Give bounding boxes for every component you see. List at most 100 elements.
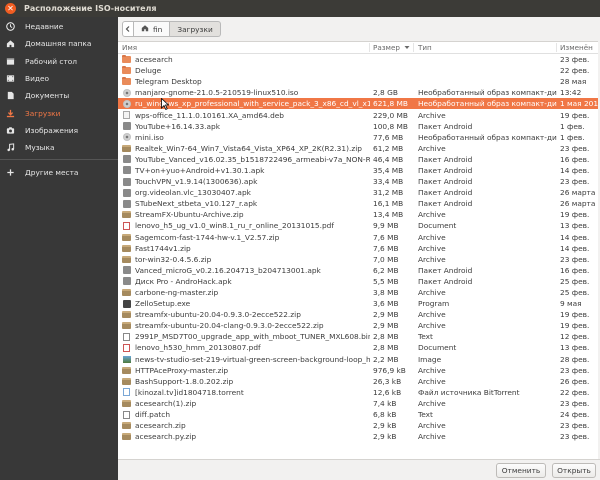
file-name-cell: ZelloSetup.exe [118, 299, 370, 308]
file-name: ZelloSetup.exe [135, 299, 191, 309]
file-name-cell: carbone-ng-master.zip [118, 288, 370, 297]
file-row[interactable]: wps-office_11.1.0.10161.XA_amd64.deb 229,… [118, 109, 598, 120]
file-size: 6,2 MB [373, 265, 399, 275]
file-row[interactable]: acesearch 23 фев. [118, 54, 598, 65]
file-type: Archive [418, 110, 446, 120]
file-row[interactable]: Telegram Desktop 28 мая [118, 76, 598, 87]
file-row[interactable]: Диск Pro - AndroHack.apk 5,5 MB Пакет Andr… [118, 276, 598, 287]
text-icon [122, 410, 131, 419]
file-name: acesearch.py.zip [135, 432, 197, 442]
archive-icon [122, 377, 131, 385]
file-date: 14 фев. [560, 243, 590, 253]
apk-icon [122, 177, 131, 186]
plus-icon [5, 167, 15, 177]
file-name-cell: news-tv-studio-set-219-virtual-green-scr… [118, 355, 370, 364]
file-row[interactable]: Deluge 22 фев. [118, 65, 598, 76]
file-row[interactable]: streamfx-ubuntu-20.04-0.9.3.0-2ecce522.z… [118, 309, 598, 320]
file-row[interactable]: mini.iso 77,6 MB Необработанный образ комп… [118, 132, 598, 143]
file-row[interactable]: HTTPAceProxy-master.zip 976,9 kB Archive 23… [118, 365, 598, 376]
sidebar-item-pictures[interactable]: Изображения [0, 122, 118, 139]
breadcrumb-current[interactable]: Загрузки [170, 21, 221, 37]
file-row[interactable]: acesearch.zip 2,9 kB Archive 23 фев. [118, 420, 598, 431]
archive-icon [122, 255, 131, 263]
column-header-type[interactable]: Тип [414, 43, 557, 52]
file-row[interactable]: org.videolan.vlc_13030407.apk 31,2 MB Паке… [118, 187, 598, 198]
file-name-cell: mini.iso [118, 133, 370, 142]
file-row[interactable]: STubeNext_stbeta_v10.127_r.apk 16,1 MB Пак… [118, 198, 598, 209]
file-name: diff.patch [135, 410, 171, 420]
file-name: ru_windows_xp_professional_with_service_… [135, 99, 370, 109]
file-date: 22 фев. [560, 387, 590, 397]
breadcrumb-home[interactable]: fin [134, 21, 171, 37]
file-name: Deluge [135, 66, 162, 76]
file-date: 23 фев. [560, 177, 590, 187]
archive-icon [122, 399, 131, 407]
file-row[interactable]: 2991P_MSD7T00_upgrade_app_with_mboot_TUN… [118, 331, 598, 342]
cancel-button[interactable]: Отменить [496, 463, 546, 478]
file-row[interactable]: tor-win32-0.4.5.6.zip 7,0 MB Archive 23 фев… [118, 254, 598, 265]
archive-icon [122, 144, 131, 152]
sidebar-item-recent[interactable]: Недавние [0, 18, 118, 35]
open-button[interactable]: Открыть [552, 463, 596, 478]
file-size: 100,8 MB [373, 121, 408, 131]
file-type: Пакет Android [418, 199, 473, 209]
file-row[interactable]: YouTube+16.14.33.apk 100,8 MB Пакет Androi… [118, 121, 598, 132]
sidebar-item-downloads[interactable]: Загрузки [0, 104, 118, 121]
file-name: streamfx-ubuntu-20.04-clang-0.9.3.0-2ecc… [135, 321, 324, 331]
file-row-selected[interactable]: ru_windows_xp_professional_with_service_… [118, 98, 598, 110]
file-row[interactable]: carbone-ng-master.zip 3,8 MB Archive 25 фев… [118, 287, 598, 298]
file-row[interactable]: streamfx-ubuntu-20.04-clang-0.9.3.0-2ecc… [118, 320, 598, 331]
file-row[interactable]: TouchVPN_v1.9.14(1300636).apk 33,4 MB Паке… [118, 176, 598, 187]
sidebar-item-music[interactable]: Музыка [0, 139, 118, 156]
file-row[interactable]: ZelloSetup.exe 3,6 MB Program 9 мая [118, 298, 598, 309]
file-row[interactable]: BashSupport-1.8.0.202.zip 26,3 kB Archive 2… [118, 376, 598, 387]
file-list: Имя Размер Тип Изменён acesearch 23 фев. D… [118, 41, 598, 459]
column-header-name[interactable]: Имя [118, 43, 370, 52]
file-date: 23 фев. [560, 254, 590, 264]
column-header-date[interactable]: Изменён [557, 43, 598, 52]
file-row[interactable]: Sagemcom-fast-1744-hw-v.1_V2.57.zip 7,6 M… [118, 232, 598, 243]
apk-icon [122, 122, 131, 131]
file-size: 35,4 MB [373, 165, 404, 175]
file-row[interactable]: Fast1744v1.zip 7,6 MB Archive 14 фев. [118, 243, 598, 254]
file-size: 229,0 MB [373, 110, 408, 120]
archive-icon [122, 233, 131, 241]
file-row[interactable]: Vanced_microG_v0.2.16.204713_b204713001.… [118, 265, 598, 276]
file-date: 19 фев. [560, 110, 590, 120]
file-name: streamfx-ubuntu-20.04-0.9.3.0-2ecce522.z… [135, 310, 301, 320]
file-row[interactable]: acesearch(1).zip 7,4 kB Archive 23 фев. [118, 398, 598, 409]
sidebar-item-label: Рабочий стол [25, 56, 78, 66]
column-header-size[interactable]: Размер [370, 43, 414, 52]
file-type: Program [418, 299, 450, 309]
close-icon[interactable]: ✕ [5, 3, 16, 14]
sidebar-item-documents[interactable]: Документы [0, 87, 118, 104]
file-row[interactable]: lenovo_h5_ug_v1.0_win8.1_ru_r_online_201… [118, 220, 598, 231]
file-row[interactable]: manjaro-gnome-21.0.5-210519-linux510.iso… [118, 87, 598, 98]
file-row[interactable]: diff.patch 6,8 kB Text 24 фев. [118, 409, 598, 420]
torrent-icon [122, 388, 131, 397]
file-row[interactable]: YouTube_Vanced_v16.02.35_b1518722496_arm… [118, 154, 598, 165]
file-row[interactable]: [kinozal.tv]id1804718.torrent 12,6 kB Файл… [118, 387, 598, 398]
sidebar-item-home[interactable]: Домашняя папка [0, 35, 118, 52]
file-date: 19 фев. [560, 321, 590, 331]
file-row[interactable]: lenovo_h530_hmm_20130807.pdf 2,8 MB Docume… [118, 342, 598, 353]
file-row[interactable]: acesearch.py.zip 2,9 kB Archive 23 фев. [118, 431, 598, 442]
file-row[interactable]: Realtek_Win7-64_Win7_Vista64_Vista_XP64_… [118, 143, 598, 154]
sidebar-item-desktop[interactable]: Рабочий стол [0, 53, 118, 70]
path-back-arrow[interactable] [122, 21, 134, 37]
sidebar-item-videos[interactable]: Видео [0, 70, 118, 87]
file-name-cell: wps-office_11.1.0.10161.XA_amd64.deb [118, 111, 370, 120]
file-size: 2,8 GB [373, 88, 398, 98]
file-date: 26 фев. [560, 376, 590, 386]
file-date: 28 мая [560, 77, 587, 87]
file-type: Пакет Android [418, 188, 473, 198]
file-name: TouchVPN_v1.9.14(1300636).apk [135, 177, 258, 187]
file-row[interactable]: StreamFX-Ubuntu-Archive.zip 13,4 MB Archiv… [118, 209, 598, 220]
file-row[interactable]: news-tv-studio-set-219-virtual-green-scr… [118, 354, 598, 365]
file-name-cell: streamfx-ubuntu-20.04-clang-0.9.3.0-2ecc… [118, 321, 370, 330]
file-size: 61,2 MB [373, 143, 404, 153]
archive-icon [122, 433, 131, 441]
window-title: Расположение ISO-носителя [24, 4, 157, 13]
file-row[interactable]: TV+on+yuo+Android+v1.30.1.apk 35,4 MB Паке… [118, 165, 598, 176]
sidebar-item-other-places[interactable]: Другие места [0, 163, 118, 180]
